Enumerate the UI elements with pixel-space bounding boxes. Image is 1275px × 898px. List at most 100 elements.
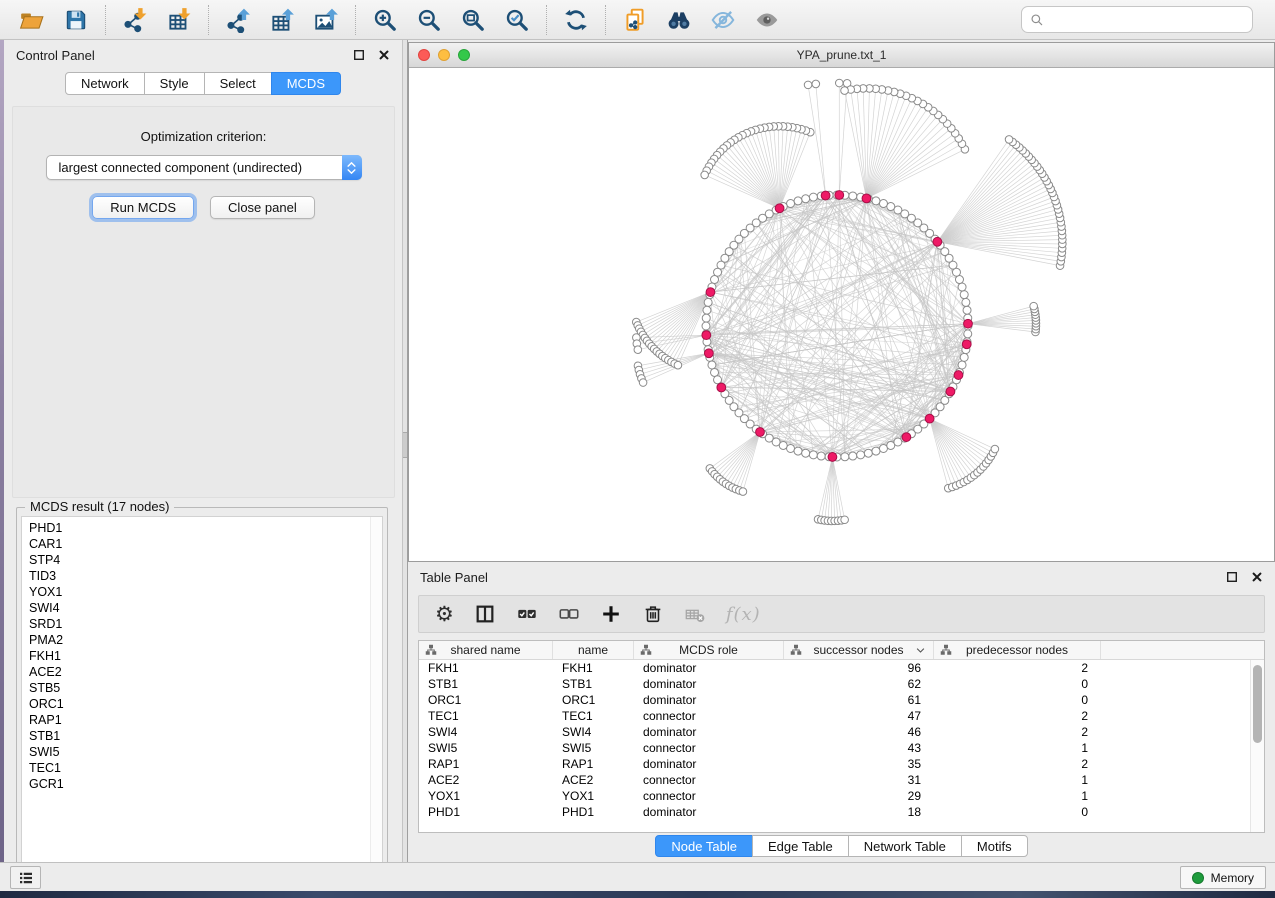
graph-hub-node[interactable]: [828, 453, 837, 462]
search-field[interactable]: [1021, 6, 1253, 33]
save-button[interactable]: [54, 3, 98, 37]
column-header-name[interactable]: name: [553, 641, 634, 659]
table-row[interactable]: FKH1FKH1dominator962: [419, 660, 1264, 676]
tab-network[interactable]: Network: [65, 72, 145, 95]
float-panel-button[interactable]: [352, 49, 365, 62]
result-node-item[interactable]: PHD1: [29, 520, 382, 536]
zoom-in-button[interactable]: [363, 3, 407, 37]
result-node-item[interactable]: CAR1: [29, 536, 382, 552]
table-row[interactable]: SWI4SWI4dominator462: [419, 724, 1264, 740]
mcds-result-list[interactable]: PHD1CAR1STP4TID3YOX1SWI4SRD1PMA2FKH1ACE2…: [21, 516, 383, 873]
graph-hub-node[interactable]: [902, 433, 911, 442]
column-header-predecessor-nodes[interactable]: predecessor nodes: [934, 641, 1101, 659]
delete-table-button[interactable]: [684, 599, 706, 629]
network-graph[interactable]: [409, 68, 1274, 561]
table-row[interactable]: RAP1RAP1dominator352: [419, 756, 1264, 772]
graph-hub-node[interactable]: [775, 204, 784, 213]
graph-hub-node[interactable]: [964, 319, 973, 328]
result-node-item[interactable]: ORC1: [29, 696, 382, 712]
refresh-button[interactable]: [554, 3, 598, 37]
column-header-successor-nodes[interactable]: successor nodes: [784, 641, 934, 659]
import-network-button[interactable]: [113, 3, 157, 37]
deselect-all-button[interactable]: [558, 599, 580, 629]
table-row[interactable]: TEC1TEC1connector472: [419, 708, 1264, 724]
result-node-item[interactable]: ACE2: [29, 664, 382, 680]
graph-hub-node[interactable]: [702, 331, 711, 340]
graph-hub-node[interactable]: [706, 288, 715, 297]
graph-hub-node[interactable]: [717, 383, 726, 392]
export-network-button[interactable]: [216, 3, 260, 37]
graph-hub-node[interactable]: [962, 340, 971, 349]
optimization-criterion-select[interactable]: largest connected component (undirected): [46, 155, 362, 180]
result-scrollbar[interactable]: [370, 517, 382, 872]
memory-button[interactable]: Memory: [1180, 866, 1266, 889]
zoom-selected-button[interactable]: [495, 3, 539, 37]
graph-hub-node[interactable]: [946, 387, 955, 396]
result-node-item[interactable]: YOX1: [29, 584, 382, 600]
column-panel-button[interactable]: [474, 599, 496, 629]
tab-node-table[interactable]: Node Table: [655, 835, 753, 857]
result-node-item[interactable]: RAP1: [29, 712, 382, 728]
function-button[interactable]: f(x): [726, 599, 761, 629]
table-row[interactable]: YOX1YOX1connector291: [419, 788, 1264, 804]
eye-button[interactable]: [745, 3, 789, 37]
maximize-window-icon[interactable]: [458, 49, 470, 61]
table-row[interactable]: STB1STB1dominator620: [419, 676, 1264, 692]
graph-hub-node[interactable]: [821, 191, 830, 200]
tab-edge-table[interactable]: Edge Table: [752, 835, 849, 857]
result-node-item[interactable]: TEC1: [29, 760, 382, 776]
tab-select[interactable]: Select: [204, 72, 272, 95]
select-all-button[interactable]: [516, 599, 538, 629]
table-row[interactable]: SWI5SWI5connector431: [419, 740, 1264, 756]
open-folder-button[interactable]: [10, 3, 54, 37]
export-table-button[interactable]: [260, 3, 304, 37]
column-header-shared-name[interactable]: shared name: [419, 641, 553, 659]
result-node-item[interactable]: STP4: [29, 552, 382, 568]
add-column-button[interactable]: [600, 599, 622, 629]
result-node-item[interactable]: TID3: [29, 568, 382, 584]
tab-style[interactable]: Style: [144, 72, 205, 95]
gear-button[interactable]: ⚙: [435, 599, 454, 629]
search-input[interactable]: [1050, 12, 1244, 27]
binoculars-button[interactable]: [657, 3, 701, 37]
eye-slash-button[interactable]: [701, 3, 745, 37]
result-node-item[interactable]: FKH1: [29, 648, 382, 664]
run-mcds-button[interactable]: Run MCDS: [92, 196, 194, 219]
zoom-out-button[interactable]: [407, 3, 451, 37]
graph-hub-node[interactable]: [704, 349, 713, 358]
tab-motifs[interactable]: Motifs: [961, 835, 1028, 857]
task-history-button[interactable]: [10, 866, 41, 889]
zoom-fit-button[interactable]: [451, 3, 495, 37]
table-row[interactable]: ACE2ACE2connector311: [419, 772, 1264, 788]
close-window-icon[interactable]: [418, 49, 430, 61]
graph-hub-node[interactable]: [862, 194, 871, 203]
graph-hub-node[interactable]: [933, 237, 942, 246]
close-panel-button[interactable]: Close panel: [210, 196, 315, 219]
export-image-button[interactable]: [304, 3, 348, 37]
delete-button[interactable]: [642, 599, 664, 629]
column-header-mcds-role[interactable]: MCDS role: [634, 641, 784, 659]
float-table-panel-button[interactable]: [1225, 571, 1238, 584]
result-node-item[interactable]: PMA2: [29, 632, 382, 648]
graph-hub-node[interactable]: [954, 371, 963, 380]
result-node-item[interactable]: STB5: [29, 680, 382, 696]
clone-network-button[interactable]: [613, 3, 657, 37]
network-window-titlebar[interactable]: YPA_prune.txt_1: [409, 43, 1274, 68]
close-table-panel-icon[interactable]: [1250, 571, 1263, 584]
scrollbar-thumb[interactable]: [1253, 665, 1262, 743]
import-table-button[interactable]: [157, 3, 201, 37]
tab-network-table[interactable]: Network Table: [848, 835, 962, 857]
close-panel-icon[interactable]: [377, 49, 390, 62]
result-node-item[interactable]: GCR1: [29, 776, 382, 792]
table-row[interactable]: ORC1ORC1dominator610: [419, 692, 1264, 708]
splitter-handle-icon[interactable]: [403, 432, 407, 458]
graph-hub-node[interactable]: [835, 191, 844, 200]
tab-mcds[interactable]: MCDS: [271, 72, 341, 95]
table-row[interactable]: PHD1PHD1dominator180: [419, 804, 1264, 820]
result-node-item[interactable]: SWI4: [29, 600, 382, 616]
graph-hub-node[interactable]: [756, 428, 765, 437]
result-node-item[interactable]: SRD1: [29, 616, 382, 632]
minimize-window-icon[interactable]: [438, 49, 450, 61]
network-canvas[interactable]: [409, 68, 1274, 561]
graph-hub-node[interactable]: [925, 414, 934, 423]
